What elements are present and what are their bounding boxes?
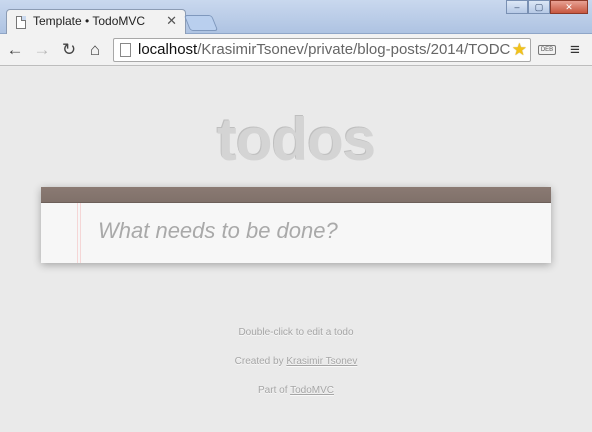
edit-hint: Double-click to edit a todo xyxy=(238,327,354,338)
url-text[interactable]: localhost/KrasimirTsonev/private/blog-po… xyxy=(138,41,510,58)
tab-close-icon[interactable]: ✕ xyxy=(166,13,177,29)
forward-button[interactable]: → xyxy=(32,40,52,60)
author-link[interactable]: Krasimir Tsonev xyxy=(286,356,357,367)
new-tab-button[interactable] xyxy=(183,15,219,31)
credit-prefix: Created by xyxy=(234,356,287,367)
tab-title: Template • TodoMVC xyxy=(33,14,146,28)
extension-icon[interactable]: DEB xyxy=(538,45,556,55)
url-host: localhost xyxy=(138,41,198,58)
part-of-line: Part of TodoMVC xyxy=(0,385,592,396)
window-controls: – ▢ ✕ xyxy=(506,0,588,14)
page-icon xyxy=(120,43,131,57)
close-window-button[interactable]: ✕ xyxy=(550,0,588,14)
page-content: todos Double-click to edit a todo Create… xyxy=(0,67,592,432)
todo-app xyxy=(41,187,551,263)
browser-titlebar: Template • TodoMVC ✕ – ▢ ✕ xyxy=(0,0,592,35)
app-title: todos xyxy=(216,106,376,173)
back-button[interactable]: ← xyxy=(5,40,25,60)
minimize-button[interactable]: – xyxy=(506,0,528,14)
todo-header-bar xyxy=(41,187,551,203)
page-icon xyxy=(16,16,26,29)
reload-button[interactable]: ↻ xyxy=(59,40,79,60)
notebook-margin-line xyxy=(77,203,81,263)
url-path: /KrasimirTsonev/private/blog-posts/2014/… xyxy=(197,41,511,58)
part-of-prefix: Part of xyxy=(258,385,291,396)
bookmark-star-icon[interactable]: ★ xyxy=(512,40,527,60)
todomvc-link[interactable]: TodoMVC xyxy=(290,385,334,396)
address-bar[interactable]: localhost/KrasimirTsonev/private/blog-po… xyxy=(113,38,531,62)
browser-toolbar: ← → ↻ ⌂ localhost/KrasimirTsonev/private… xyxy=(0,34,592,66)
home-button[interactable]: ⌂ xyxy=(85,40,105,60)
menu-icon[interactable]: ≡ xyxy=(570,40,580,60)
maximize-button[interactable]: ▢ xyxy=(528,0,550,14)
browser-tab[interactable]: Template • TodoMVC ✕ xyxy=(6,9,186,35)
credit-line: Created by Krasimir Tsonev xyxy=(0,356,592,367)
new-todo-input[interactable] xyxy=(98,214,528,248)
